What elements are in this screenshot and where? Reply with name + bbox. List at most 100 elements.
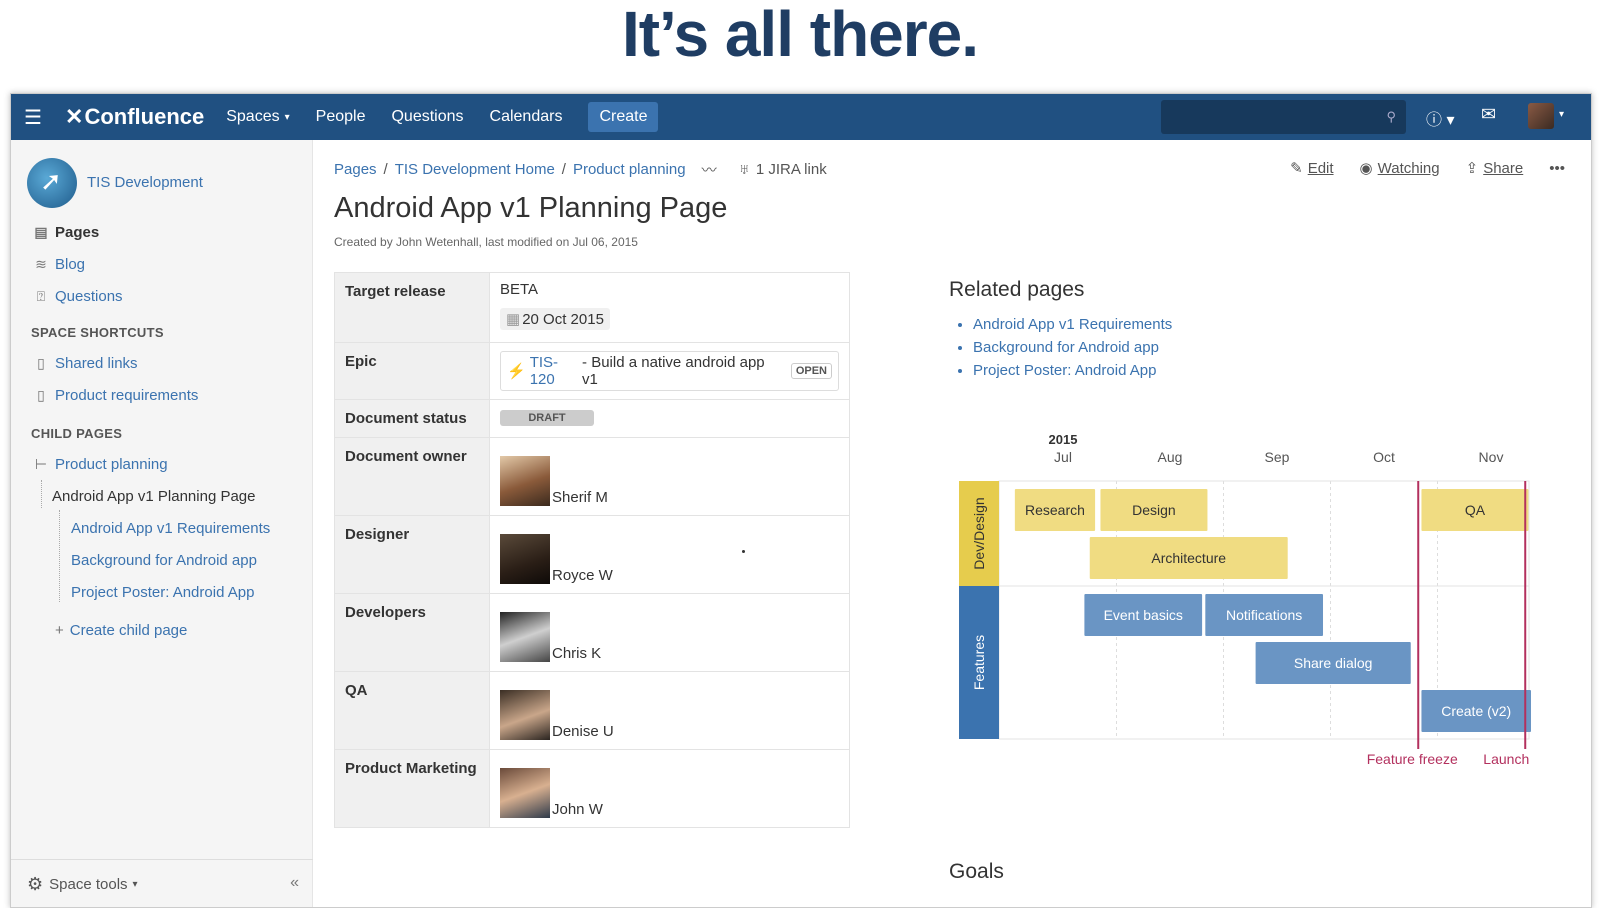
target-release-label: Target release	[334, 272, 490, 343]
avatar	[500, 534, 550, 584]
status-badge: DRAFT	[500, 410, 594, 426]
task-label: Architecture	[1151, 550, 1226, 566]
tree-line	[59, 510, 60, 602]
task-label: Design	[1132, 502, 1176, 518]
breadcrumb: Pages / TIS Development Home / Product pla…	[334, 159, 827, 180]
eye-icon: ◉	[1359, 160, 1373, 177]
nav-calendars[interactable]: Calendars	[490, 108, 563, 126]
document-status-label: Document status	[334, 399, 490, 438]
sidebar-item-requirements[interactable]: Android App v1 Requirements	[71, 520, 270, 537]
nav-people[interactable]: People	[316, 108, 366, 126]
related-link[interactable]: Background for Android app	[973, 339, 1172, 356]
sidebar-item-current-page[interactable]: Android App v1 Planning Page	[52, 488, 256, 505]
month-label: Aug	[1158, 449, 1183, 465]
breadcrumb-home[interactable]: TIS Development Home	[395, 161, 555, 178]
help-icon[interactable]: ⓘ ▾	[1426, 106, 1454, 130]
nav-questions[interactable]: Questions	[391, 108, 463, 126]
watching-button[interactable]: ◉ Watching	[1359, 159, 1440, 178]
page-history-icon[interactable]: 〰	[702, 159, 717, 180]
page-actions: ✎ Edit ◉ Watching ⇪ Share •••	[1264, 159, 1565, 178]
target-release-value: BETA ▦ 20 Oct 2015	[489, 272, 850, 343]
tree-icon: ⊢	[34, 456, 48, 472]
person-mention[interactable]: John W	[500, 758, 839, 818]
person-mention[interactable]: Sherif M	[500, 446, 839, 506]
space-name[interactable]: TIS Development	[87, 174, 203, 191]
person-mention[interactable]: Denise U	[500, 680, 839, 740]
related-link[interactable]: Project Poster: Android App	[973, 362, 1172, 379]
task-label: Share dialog	[1294, 655, 1373, 671]
rss-icon: ≋	[35, 256, 47, 272]
avatar	[500, 690, 550, 740]
marker-label: Launch	[1483, 751, 1529, 767]
chevron-down-icon[interactable]: ▾	[1559, 109, 1564, 120]
sidebar-item-project-poster[interactable]: Project Poster: Android App	[71, 584, 254, 601]
question-icon: ⍰	[36, 288, 46, 304]
menu-icon[interactable]: ☰	[11, 94, 55, 140]
cursor-dot	[742, 550, 745, 553]
create-child-page-link[interactable]: + Create child page	[55, 622, 187, 639]
table-row: Target release BETA ▦ 20 Oct 2015	[334, 272, 850, 343]
sidebar-item-questions[interactable]: ⍰ Questions	[31, 288, 123, 305]
roadmap-chart: 2015 Jul Aug Sep Oct Nov Dev/Design Features Res…	[959, 432, 1531, 767]
avatar	[500, 612, 550, 662]
task-label: Notifications	[1226, 607, 1302, 623]
jira-epic-icon: ⚡	[507, 363, 526, 380]
qa-label: QA	[334, 671, 490, 750]
related-pages-title: Related pages	[949, 278, 1085, 301]
search-input[interactable]: ⚲	[1161, 100, 1406, 134]
pencil-icon: ✎	[1290, 160, 1303, 177]
browser-frame: ☰ ✕ Confluence Spaces ▾ People Questions C…	[10, 93, 1592, 908]
calendar-icon: ▦	[506, 311, 521, 328]
pages-icon: ▤	[34, 224, 48, 240]
year-label: 2015	[1049, 432, 1078, 447]
edit-button[interactable]: ✎ Edit	[1290, 159, 1333, 178]
chevron-down-icon: ▾	[284, 111, 290, 123]
lane-label: Dev/Design	[971, 497, 987, 569]
document-owner-label: Document owner	[334, 437, 490, 516]
confluence-logo[interactable]: ✕ Confluence	[65, 104, 204, 130]
person-mention[interactable]: Royce W	[500, 524, 839, 584]
sidebar: TIS Development ▤Pages ≋Blog ⍰Questions …	[11, 140, 313, 907]
related-pages-list: Android App v1 Requirements Background f…	[973, 316, 1172, 385]
breadcrumb-product-planning[interactable]: Product planning	[573, 161, 686, 178]
space-logo-icon[interactable]	[27, 158, 77, 208]
space-tools[interactable]: ⚙ Space tools ▾ «	[11, 859, 313, 907]
breadcrumb-pages[interactable]: Pages	[334, 161, 377, 178]
task-label: Research	[1025, 502, 1085, 518]
sidebar-item-pages[interactable]: ▤ Pages	[31, 224, 99, 241]
sidebar-item-shared-links[interactable]: ▯ Shared links	[31, 355, 137, 372]
user-avatar[interactable]	[1528, 103, 1554, 129]
table-row: Epic ⚡ TIS-120 - Build a native android a…	[334, 342, 850, 400]
jira-link[interactable]: ♅ 1 JIRA link	[739, 161, 827, 178]
tree-line	[41, 480, 42, 508]
table-row: Product Marketing John W	[334, 749, 850, 828]
jira-issue-lozenge[interactable]: ⚡ TIS-120 - Build a native android app v1…	[500, 351, 839, 391]
share-button[interactable]: ⇪ Share	[1465, 159, 1524, 178]
related-link[interactable]: Android App v1 Requirements	[973, 316, 1172, 333]
marker-label: Feature freeze	[1367, 751, 1458, 767]
create-button[interactable]: Create	[588, 102, 659, 132]
table-row: Developers Chris K	[334, 593, 850, 672]
person-mention[interactable]: Chris K	[500, 602, 839, 662]
table-row: Document owner Sherif M	[334, 437, 850, 516]
date-lozenge[interactable]: ▦ 20 Oct 2015	[500, 308, 610, 330]
month-label: Nov	[1479, 449, 1504, 465]
epic-label: Epic	[334, 342, 490, 400]
more-actions-button[interactable]: •••	[1549, 160, 1565, 177]
sidebar-item-product-planning[interactable]: ⊢ Product planning	[31, 456, 168, 473]
task-label: QA	[1465, 502, 1486, 518]
nav-spaces[interactable]: Spaces ▾	[226, 108, 289, 126]
sidebar-item-background[interactable]: Background for Android app	[71, 552, 257, 569]
collapse-sidebar-icon[interactable]: «	[290, 874, 299, 892]
notifications-icon[interactable]: ✉	[1481, 104, 1496, 125]
share-icon: ⇪	[1465, 160, 1479, 177]
page-icon: ▯	[37, 387, 45, 403]
task-label: Create (v2)	[1441, 703, 1511, 719]
shortcuts-heading: SPACE SHORTCUTS	[31, 325, 164, 340]
sidebar-item-blog[interactable]: ≋ Blog	[31, 256, 85, 273]
product-marketing-label: Product Marketing	[334, 749, 490, 828]
table-row: QA Denise U	[334, 671, 850, 750]
month-label: Jul	[1054, 449, 1072, 465]
sidebar-item-product-requirements[interactable]: ▯ Product requirements	[31, 387, 198, 404]
confluence-x-icon: ✕	[65, 104, 84, 129]
